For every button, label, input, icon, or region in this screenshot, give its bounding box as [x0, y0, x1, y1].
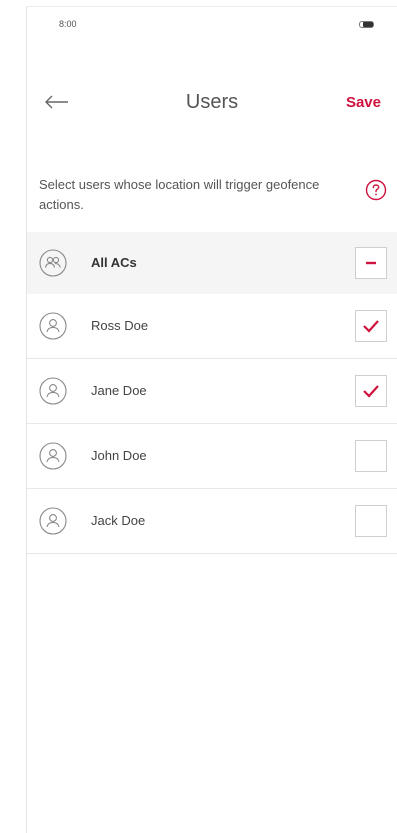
select-all-label: All ACs	[91, 255, 137, 270]
user-name: Ross Doe	[91, 318, 149, 333]
user-list: All ACs Ross Doe Jane Doe John Doe Jack …	[27, 232, 397, 554]
page-title: Users	[185, 91, 239, 113]
user-checkbox[interactable]	[355, 310, 387, 342]
status-time: 8:00	[59, 19, 77, 29]
user-icon	[39, 507, 67, 535]
user-group-icon	[39, 249, 67, 277]
user-row[interactable]: John Doe	[27, 424, 397, 489]
user-checkbox[interactable]	[355, 375, 387, 407]
battery-icon	[357, 21, 375, 28]
user-name: John Doe	[91, 448, 147, 463]
user-checkbox[interactable]	[355, 505, 387, 537]
user-icon	[39, 312, 67, 340]
phone-screen: 8:00 Users Save Select users whose locat…	[26, 6, 397, 833]
save-button[interactable]: Save	[346, 94, 381, 111]
user-row[interactable]: Jack Doe	[27, 489, 397, 554]
checkmark-icon	[363, 385, 379, 398]
question-circle-icon[interactable]	[365, 179, 387, 201]
select-all-row[interactable]: All ACs	[27, 232, 397, 294]
header: Users Save	[27, 83, 397, 125]
user-row[interactable]: Ross Doe	[27, 294, 397, 359]
checkmark-icon	[363, 320, 379, 333]
user-icon	[39, 377, 67, 405]
user-row[interactable]: Jane Doe	[27, 359, 397, 424]
user-icon	[39, 442, 67, 470]
select-all-checkbox[interactable]	[355, 247, 387, 279]
status-bar: 8:00	[27, 7, 397, 43]
user-name: Jane Doe	[91, 383, 147, 398]
user-name: Jack Doe	[91, 513, 146, 528]
minus-icon	[366, 261, 376, 265]
description-text: Select users whose location will trigger…	[39, 177, 320, 212]
user-checkbox[interactable]	[355, 440, 387, 472]
